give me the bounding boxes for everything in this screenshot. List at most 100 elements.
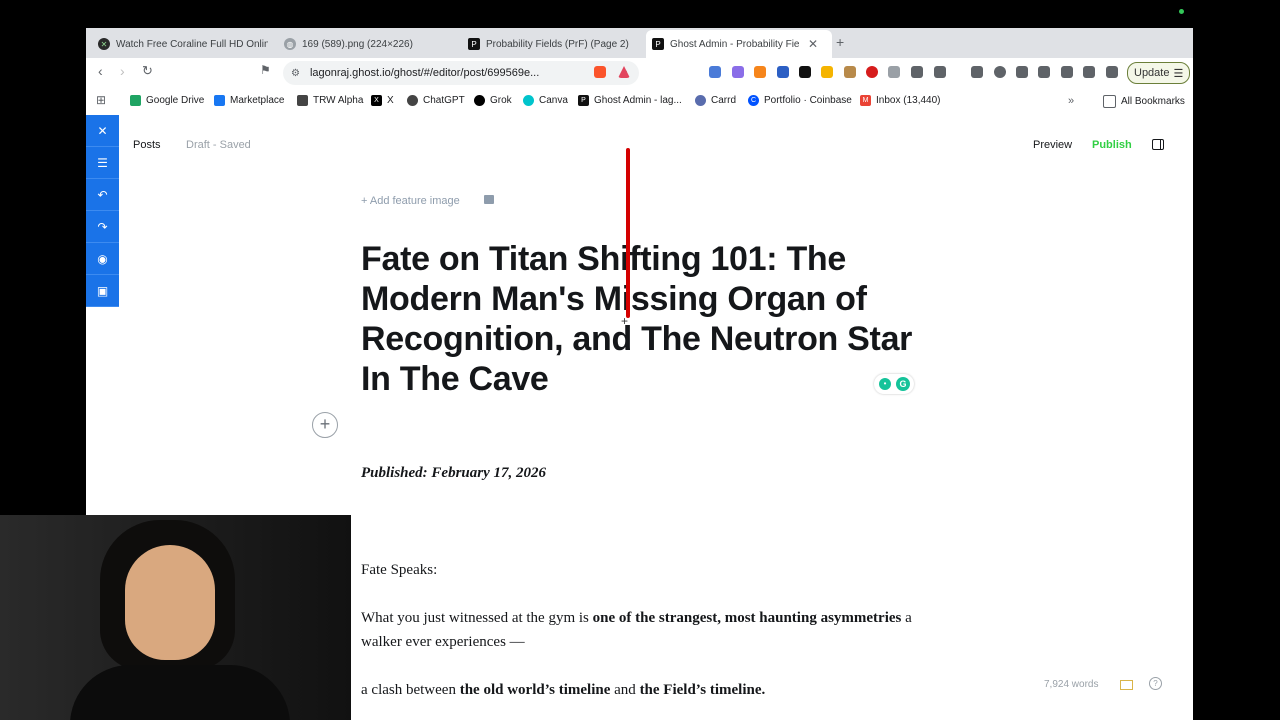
metamask-icon[interactable] xyxy=(754,66,766,78)
shield-icon[interactable] xyxy=(888,66,900,78)
text-run: a clash between xyxy=(361,682,460,698)
extension-3-icon[interactable] xyxy=(777,66,789,78)
prf-logo-icon: P xyxy=(578,95,589,106)
extension-1-icon[interactable] xyxy=(709,66,721,78)
more-bookmarks-icon[interactable]: » xyxy=(1068,95,1074,107)
bookmark-carrd[interactable]: Carrd xyxy=(695,95,736,106)
prf-logo-icon: P xyxy=(652,38,664,50)
add-card-button[interactable]: + xyxy=(312,412,338,438)
tab-probability-fields[interactable]: P Probability Fields (PrF) (Page 2) xyxy=(466,30,638,58)
close-circle-icon: ✕ xyxy=(98,38,110,50)
leo-ai-icon[interactable] xyxy=(1083,66,1095,78)
paragraph-clash[interactable]: a clash between the old world’s timeline… xyxy=(361,678,921,702)
paragraph-fate-speaks[interactable]: Fate Speaks: xyxy=(361,558,921,582)
bookmark-gmail[interactable]: M Inbox (13,440) xyxy=(860,95,941,106)
extension-2-icon[interactable] xyxy=(732,66,744,78)
prf-logo-icon: P xyxy=(468,38,480,50)
download-icon[interactable] xyxy=(971,66,983,78)
tab-image[interactable]: ◍ 169 (589).png (224×226) xyxy=(282,30,444,58)
bookmark-canva[interactable]: Canva xyxy=(523,95,568,106)
settings-sliders-icon[interactable]: ☰ xyxy=(86,147,119,179)
bookmark-icon[interactable]: ⚑ xyxy=(260,63,271,77)
toolbar: ‹ › ↻ ⚑ ⚙ lagonraj.ghost.io/ghost/#/edit… xyxy=(86,58,1193,88)
draft-status: Draft - Saved xyxy=(186,139,251,151)
forward-icon[interactable]: › xyxy=(120,63,125,79)
history-icon[interactable] xyxy=(994,66,1006,78)
crosshair-cursor-icon: + xyxy=(621,314,629,328)
tab-bar: ✕ Watch Free Coraline Full HD Online ◍ 1… xyxy=(86,28,1193,58)
image-upload-icon[interactable] xyxy=(484,195,494,204)
editor-header: Posts Draft - Saved Preview Publish xyxy=(86,114,1193,174)
bold-text-run: the old world’s timeline xyxy=(459,682,611,698)
paragraph-witnessed[interactable]: What you just witnessed at the gym is on… xyxy=(361,606,921,654)
bookmark-coinbase[interactable]: C Portfolio · Coinbase xyxy=(748,95,852,106)
help-icon[interactable]: ? xyxy=(1149,677,1162,690)
person-face xyxy=(125,545,215,660)
pencil-icon[interactable] xyxy=(821,66,833,78)
x-logo-icon: X xyxy=(371,95,382,106)
post-title[interactable]: Fate on Titan Shifting 101: The Modern M… xyxy=(361,239,921,399)
url-text: lagonraj.ghost.io/ghost/#/editor/post/69… xyxy=(309,67,540,79)
camera-icon[interactable]: ◉ xyxy=(86,243,119,275)
annotation-red-line xyxy=(626,148,630,318)
bookmark-trw-alpha[interactable]: TRW Alpha xyxy=(297,95,363,106)
sidebar-toggle-icon[interactable] xyxy=(1152,139,1164,150)
sidebar-icon[interactable] xyxy=(1038,66,1050,78)
bookmark-marketplace[interactable]: Marketplace xyxy=(214,95,284,106)
extension-4-icon[interactable] xyxy=(799,66,811,78)
update-button[interactable]: Update ☰ xyxy=(1127,62,1191,84)
add-feature-image-link[interactable]: + Add feature image xyxy=(361,195,460,207)
grammarly-icon: G xyxy=(896,377,910,391)
opera-icon[interactable] xyxy=(866,66,878,78)
preview-button[interactable]: Preview xyxy=(1033,139,1072,151)
music-icon[interactable] xyxy=(1016,66,1028,78)
bookmark-chatgpt[interactable]: ChatGPT xyxy=(407,95,465,106)
bookmarks-bar: ⊞ Google Drive Marketplace TRW Alpha XX … xyxy=(86,88,1193,115)
puzzle-icon[interactable] xyxy=(911,66,923,78)
vpn-icon[interactable] xyxy=(1106,66,1118,78)
bookmark-label: Marketplace xyxy=(230,95,285,106)
gmail-icon: M xyxy=(860,95,871,106)
bookmark-ghost-admin[interactable]: P Ghost Admin - lag... xyxy=(578,95,682,106)
close-icon[interactable]: ✕ xyxy=(808,37,818,51)
marketplace-icon xyxy=(214,95,225,106)
posts-link[interactable]: Posts xyxy=(133,139,161,151)
all-bookmarks[interactable]: All Bookmarks xyxy=(1103,95,1185,108)
screenshot-icon[interactable] xyxy=(934,66,946,78)
close-icon[interactable]: ✕ xyxy=(86,115,119,147)
bookmark-grok[interactable]: Grok xyxy=(474,95,512,106)
bookmark-label: TRW Alpha xyxy=(313,95,364,106)
bookmark-google-drive[interactable]: Google Drive xyxy=(130,95,204,106)
bookmark-label: X xyxy=(387,95,394,106)
published-date[interactable]: Published: February 17, 2026 xyxy=(361,461,921,485)
tab-ghost-admin[interactable]: P Ghost Admin - Probability Fields ✕ xyxy=(646,30,832,58)
bookmark-x[interactable]: XX xyxy=(371,95,394,106)
wallet-icon[interactable] xyxy=(1061,66,1073,78)
email-icon[interactable] xyxy=(1120,680,1133,690)
update-label: Update xyxy=(1134,67,1170,79)
undo-icon[interactable]: ↶ xyxy=(86,179,119,211)
recording-indicator xyxy=(1179,9,1184,14)
tab-label: Probability Fields (PrF) (Page 2) xyxy=(486,38,629,50)
text-run: What you just witnessed at the gym is xyxy=(361,610,593,626)
publish-button[interactable]: Publish xyxy=(1092,139,1132,151)
apps-grid-icon[interactable]: ⊞ xyxy=(96,93,106,107)
eraser-icon[interactable]: ▣ xyxy=(86,275,119,307)
extension-5-icon[interactable] xyxy=(844,66,856,78)
address-bar[interactable]: ⚙ lagonraj.ghost.io/ghost/#/editor/post/… xyxy=(283,61,639,85)
all-bookmarks-label: All Bookmarks xyxy=(1121,96,1185,107)
site-settings-icon[interactable]: ⚙ xyxy=(291,68,300,79)
canva-icon xyxy=(523,95,534,106)
trw-icon xyxy=(297,95,308,106)
tab-coraline[interactable]: ✕ Watch Free Coraline Full HD Online xyxy=(94,30,268,58)
folder-icon xyxy=(1103,95,1116,108)
coinbase-icon: C xyxy=(748,95,759,106)
brave-shield-icon[interactable] xyxy=(594,66,606,78)
new-tab-icon[interactable]: + xyxy=(836,34,844,50)
back-icon[interactable]: ‹ xyxy=(98,63,103,79)
grok-icon xyxy=(474,95,485,106)
reload-icon[interactable]: ↻ xyxy=(142,63,153,79)
text-run: and xyxy=(610,682,640,698)
redo-icon[interactable]: ↷ xyxy=(86,211,119,243)
grammarly-widget[interactable]: • G xyxy=(874,374,914,394)
